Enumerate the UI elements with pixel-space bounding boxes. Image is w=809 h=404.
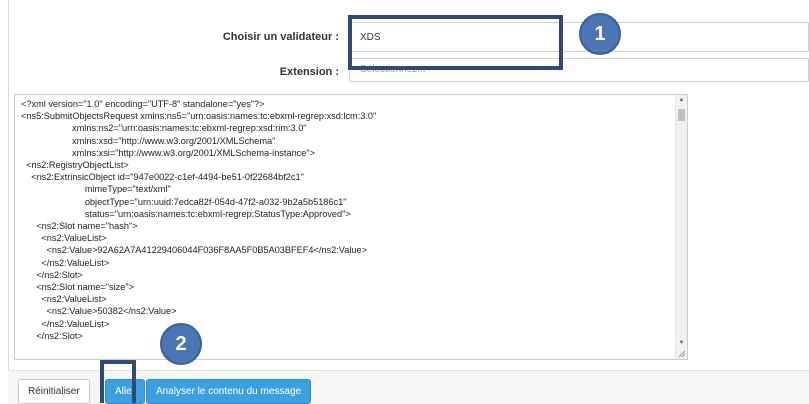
validator-value: XDS (360, 32, 381, 43)
resize-handle-icon[interactable] (678, 350, 686, 358)
reset-button[interactable]: Réinitialiser (18, 379, 90, 404)
xml-content: <?xml version="1.0" encoding="UTF-8" sta… (21, 99, 377, 341)
scroll-up-arrow-icon[interactable]: ▲ (676, 95, 687, 106)
annotation-badge-2: 2 (160, 323, 202, 365)
extension-placeholder: Sélectionnez... (360, 64, 426, 75)
page-left-border (8, 0, 9, 403)
extension-label: Extension : (279, 66, 339, 78)
form-footer: Réinitialiser Aller Analyser le contenu … (8, 370, 809, 404)
scroll-down-arrow-icon[interactable]: ▼ (676, 338, 687, 349)
textarea-scrollbar[interactable]: ▲ ▼ (675, 95, 687, 359)
validator-label: Choisir un validateur : (222, 31, 339, 43)
message-textarea[interactable]: <?xml version="1.0" encoding="UTF-8" sta… (14, 94, 688, 360)
extension-select[interactable]: Sélectionnez... (349, 58, 809, 82)
go-button[interactable]: Aller (105, 379, 146, 404)
annotation-badge-1: 1 (579, 13, 621, 55)
analyze-message-button[interactable]: Analyser le contenu du message (146, 379, 312, 404)
scroll-thumb[interactable] (678, 109, 685, 121)
